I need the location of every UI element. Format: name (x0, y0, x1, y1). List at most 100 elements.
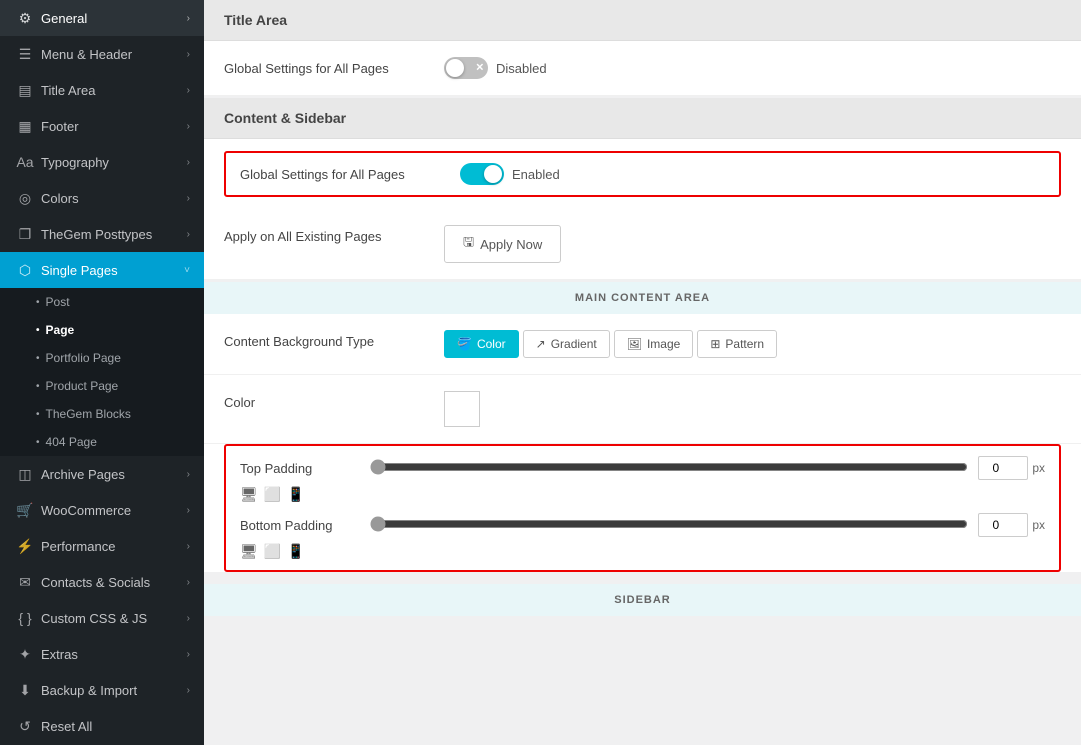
color-row-label: Color (224, 391, 424, 410)
sidebar-item-archive-pages[interactable]: ◫ Archive Pages › (0, 456, 204, 492)
chevron-icon: › (187, 505, 190, 516)
sidebar-subitem-post[interactable]: Post (0, 288, 204, 316)
sidebar-item-single-pages[interactable]: ⬡ Single Pages ˅ (0, 252, 204, 288)
title-icon: ▤ (17, 82, 33, 98)
sidebar-item-performance[interactable]: ⚡ Performance › (0, 528, 204, 564)
title-area-label: Title Area (224, 12, 287, 28)
chevron-icon: › (187, 229, 190, 240)
sidebar-label-colors: Colors (41, 191, 79, 206)
sidebar-label-contacts-socials: Contacts & Socials (41, 575, 150, 590)
tablet-icon[interactable]: ⬜ (264, 543, 281, 560)
posttypes-icon: ❐ (17, 226, 33, 242)
desktop-icon[interactable]: 🖥 (240, 543, 258, 560)
bg-type-color-button[interactable]: 🪣 Color (444, 330, 519, 358)
sidebar-item-menu-header[interactable]: ☰ Menu & Header › (0, 36, 204, 72)
sidebar-item-title-area[interactable]: ▤ Title Area › (0, 72, 204, 108)
typography-icon: Aa (17, 154, 33, 170)
sidebar-item-custom-css-js[interactable]: { } Custom CSS & JS › (0, 600, 204, 636)
sidebar-label-general: General (41, 11, 87, 26)
content-sidebar-section: Content & Sidebar Global Settings for Al… (204, 98, 1081, 280)
subitem-label-thegem-blocks: TheGem Blocks (46, 407, 131, 421)
menu-icon: ☰ (17, 46, 33, 62)
sidebar-label-woocommerce: WooCommerce (41, 503, 131, 518)
content-global-label: Global Settings for All Pages (240, 163, 440, 182)
sidebar-subitem-thegem-blocks[interactable]: TheGem Blocks (0, 400, 204, 428)
general-icon: ⚙ (17, 10, 33, 26)
bottom-padding-row: Bottom Padding 0 px 🖥 ⬜ 📱 (240, 513, 1045, 560)
content-global-settings-row: Global Settings for All Pages Enabled (240, 163, 1045, 185)
sidebar-item-thegem-posttypes[interactable]: ❐ TheGem Posttypes › (0, 216, 204, 252)
bg-type-gradient-button[interactable]: ↗ Gradient (523, 330, 610, 358)
chevron-icon: › (187, 469, 190, 480)
sidebar-label-title-area: Title Area (41, 83, 95, 98)
desktop-icon[interactable]: 🖥 (240, 486, 258, 503)
main-content-settings: Content Background Type 🪣 Color ↗ Gradie… (204, 314, 1081, 572)
chevron-icon: ˅ (184, 265, 190, 276)
footer-icon: ▦ (17, 118, 33, 134)
content-sidebar-toggle[interactable] (460, 163, 504, 185)
bg-type-image-label: Image (647, 337, 680, 351)
toggle-knob (484, 165, 502, 183)
sidebar-item-extras[interactable]: ✦ Extras › (0, 636, 204, 672)
sidebar-label-thegem-posttypes: TheGem Posttypes (41, 227, 152, 242)
bottom-padding-input[interactable]: 0 (978, 513, 1028, 537)
sidebar-item-reset-all[interactable]: ↺ Reset All (0, 708, 204, 744)
sidebar-item-colors[interactable]: ◎ Colors › (0, 180, 204, 216)
sidebar-label-typography: Typography (41, 155, 109, 170)
content-bg-type-row: Content Background Type 🪣 Color ↗ Gradie… (204, 314, 1081, 375)
sidebar-item-typography[interactable]: Aa Typography › (0, 144, 204, 180)
subitem-label-product-page: Product Page (46, 379, 119, 393)
chevron-icon: › (187, 85, 190, 96)
color-row-control (444, 391, 480, 427)
chevron-icon: › (187, 13, 190, 24)
sidebar-subitem-product-page[interactable]: Product Page (0, 372, 204, 400)
bottom-padding-slider[interactable] (370, 516, 968, 532)
color-row: Color (204, 375, 1081, 444)
padding-section: Top Padding 0 px 🖥 ⬜ 📱 (224, 444, 1061, 572)
chevron-icon: › (187, 49, 190, 60)
sidebar-subitem-page[interactable]: Page (0, 316, 204, 344)
title-area-global-settings-row: Global Settings for All Pages ✕ Disabled (204, 41, 1081, 96)
title-area-toggle-status: Disabled (496, 61, 547, 76)
top-padding-slider[interactable] (370, 459, 968, 475)
chevron-icon: › (187, 649, 190, 660)
single-pages-icon: ⬡ (17, 262, 33, 278)
bg-type-pattern-button[interactable]: ⊞ Pattern (697, 330, 777, 358)
sidebar-item-contacts-socials[interactable]: ✉ Contacts & Socials › (0, 564, 204, 600)
apply-now-button[interactable]: 🖫 Apply Now (444, 225, 561, 263)
top-padding-input[interactable]: 0 (978, 456, 1028, 480)
css-icon: { } (17, 610, 33, 626)
sidebar-label-archive-pages: Archive Pages (41, 467, 125, 482)
top-padding-slider-wrap (370, 459, 968, 478)
mobile-icon[interactable]: 📱 (287, 486, 304, 503)
mobile-icon[interactable]: 📱 (287, 543, 304, 560)
chevron-icon: › (187, 577, 190, 588)
sidebar-item-footer[interactable]: ▦ Footer › (0, 108, 204, 144)
sidebar-banner: SIDEBAR (204, 584, 1081, 616)
tablet-icon[interactable]: ⬜ (264, 486, 281, 503)
sidebar-sub-menu: Post Page Portfolio Page Product Page Th… (0, 288, 204, 456)
content-toggle-wrap: Enabled (460, 163, 560, 185)
bg-type-color-label: Color (477, 337, 506, 351)
bg-type-image-button[interactable]: 🖼 Image (614, 330, 694, 358)
sidebar-label-menu-header: Menu & Header (41, 47, 132, 62)
color-swatch[interactable] (444, 391, 480, 427)
reset-icon: ↺ (17, 718, 33, 734)
content-bg-type-label: Content Background Type (224, 330, 424, 349)
bottom-padding-input-wrap: 0 px (978, 513, 1045, 537)
sidebar-item-woocommerce[interactable]: 🛒 WooCommerce › (0, 492, 204, 528)
apply-control: 🖫 Apply Now (444, 225, 561, 263)
sidebar-subitem-portfolio-page[interactable]: Portfolio Page (0, 344, 204, 372)
sidebar-subitem-404-page[interactable]: 404 Page (0, 428, 204, 456)
top-padding-label: Top Padding (240, 461, 360, 476)
sidebar-item-general[interactable]: ⚙ General › (0, 0, 204, 36)
top-padding-device-icons: 🖥 ⬜ 📱 (240, 486, 1045, 503)
color-bucket-icon: 🪣 (457, 337, 472, 351)
bottom-padding-controls: Bottom Padding 0 px (240, 513, 1045, 537)
sidebar-item-backup-import[interactable]: ⬇ Backup & Import › (0, 672, 204, 708)
sidebar-label-reset-all: Reset All (41, 719, 92, 734)
title-area-toggle[interactable]: ✕ (444, 57, 488, 79)
sidebar-label-backup-import: Backup & Import (41, 683, 137, 698)
apply-all-row: Apply on All Existing Pages 🖫 Apply Now (204, 209, 1081, 280)
top-padding-unit: px (1032, 461, 1045, 475)
